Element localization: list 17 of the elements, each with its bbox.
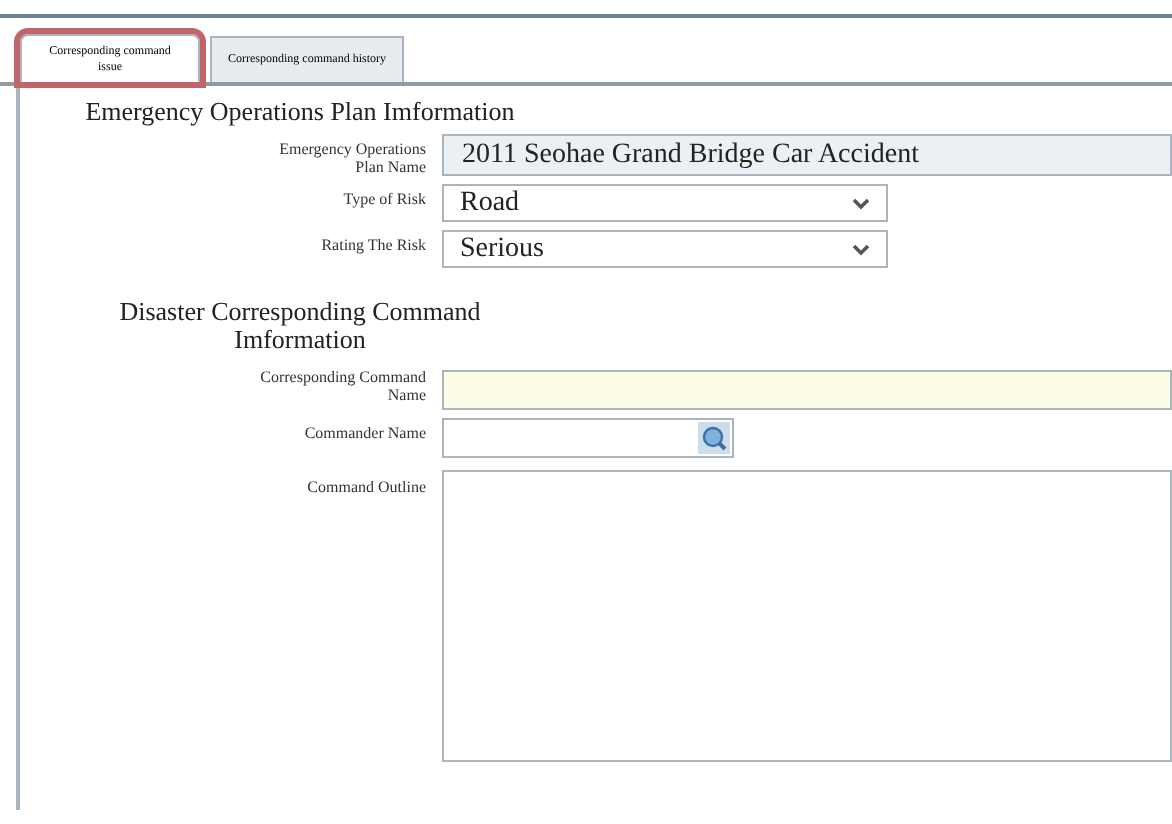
field-label: Type of Risk <box>341 188 426 208</box>
section-title: Emergency Operations Plan Imformation <box>83 98 517 126</box>
dropdown[interactable]: Road <box>442 184 888 222</box>
command-outline-field[interactable] <box>442 470 1172 762</box>
plan-name-field[interactable]: 2011 Seohae Grand Bridge Car Accident <box>442 134 1172 176</box>
section-title: Disaster Corresponding Command Imformation <box>117 298 483 354</box>
chevron-down-icon <box>852 243 870 255</box>
field-label: Emergency Operations Plan Name <box>277 138 426 176</box>
field-label: Commander Name <box>302 422 426 442</box>
input-field[interactable] <box>442 370 1172 410</box>
field-label: Command Outline <box>305 476 426 496</box>
input-field[interactable] <box>442 418 734 458</box>
dropdown[interactable]: Serious <box>442 230 888 268</box>
field-label: Corresponding Command Name <box>258 366 426 404</box>
search-icon[interactable] <box>698 422 730 454</box>
chevron-down-icon <box>852 197 870 209</box>
field-label: Rating The Risk <box>319 234 426 254</box>
